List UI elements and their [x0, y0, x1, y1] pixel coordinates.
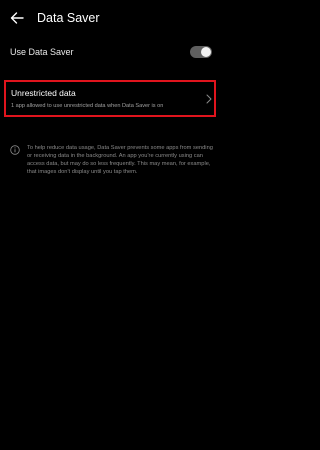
data-saver-label: Use Data Saver	[10, 47, 74, 57]
data-saver-toggle[interactable]	[190, 46, 212, 58]
data-saver-row[interactable]: Use Data Saver	[0, 40, 223, 66]
page-title: Data Saver	[37, 11, 100, 25]
unrestricted-data-item[interactable]: Unrestricted data 1 app allowed to use u…	[4, 80, 216, 117]
info-icon	[10, 145, 20, 155]
app-header: Data Saver	[0, 0, 223, 38]
data-saver-description: To help reduce data usage, Data Saver pr…	[27, 145, 213, 175]
chevron-right-icon	[206, 94, 212, 104]
back-button[interactable]	[7, 8, 27, 28]
arrow-left-icon	[10, 12, 24, 24]
unrestricted-data-title: Unrestricted data	[11, 88, 76, 98]
unrestricted-data-subtitle: 1 app allowed to use unrestricted data w…	[11, 103, 164, 109]
toggle-knob	[201, 47, 211, 57]
